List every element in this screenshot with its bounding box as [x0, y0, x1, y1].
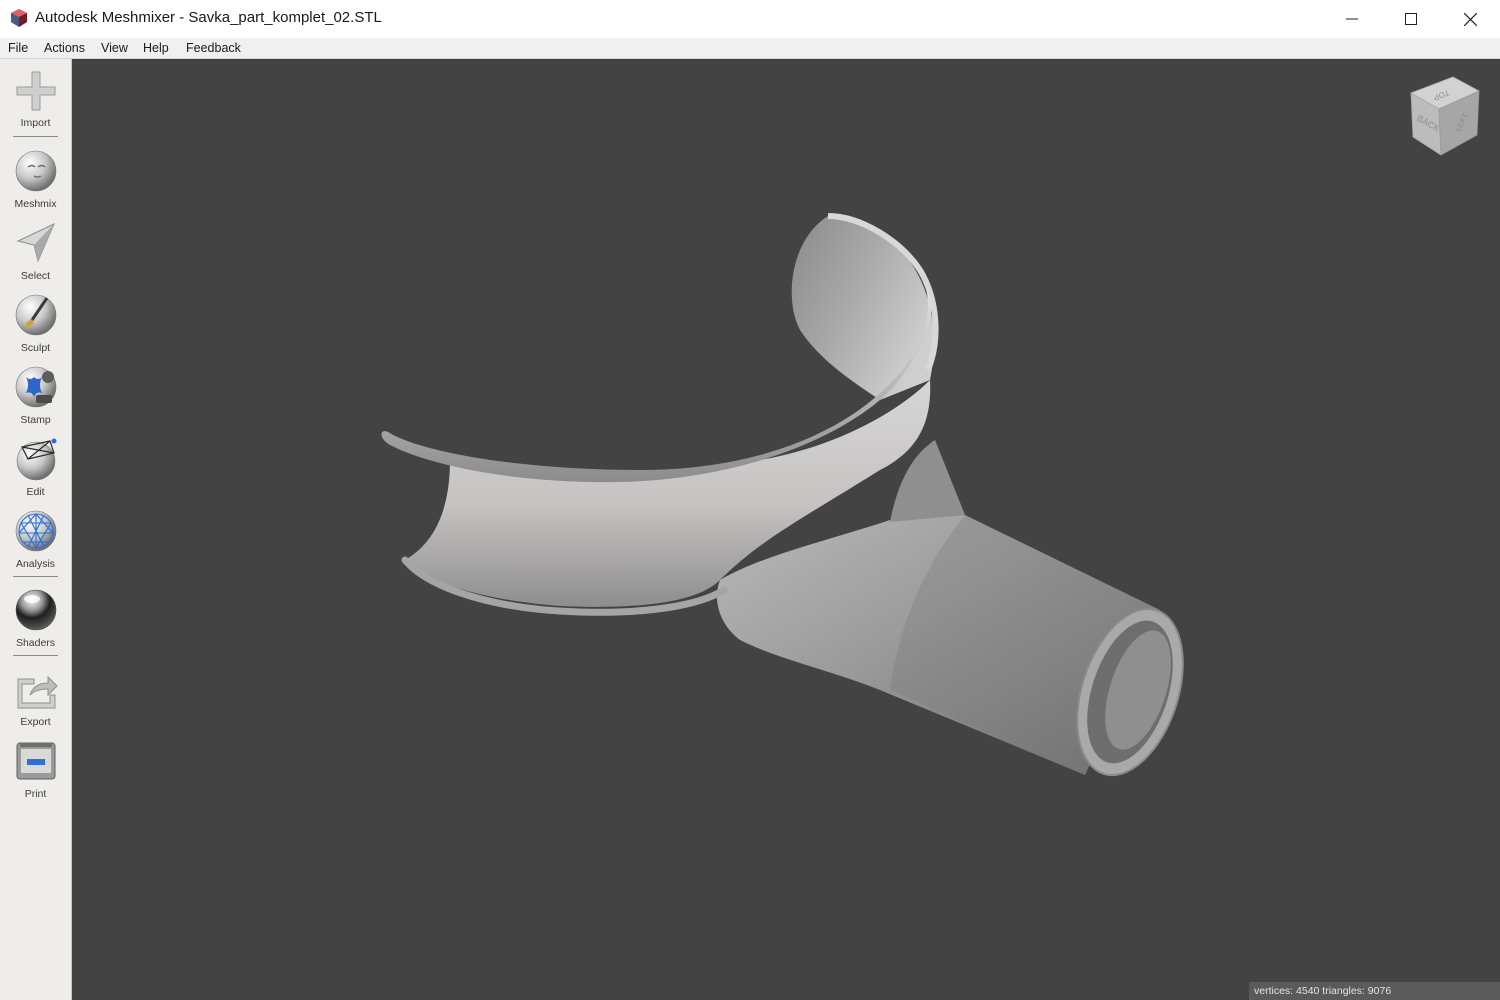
- analysis-tool[interactable]: Analysis: [0, 509, 71, 579]
- 3d-viewport[interactable]: TOP BACK LEFT vertices: 4540 triangles: …: [72, 59, 1500, 1000]
- mesh-horn: [791, 215, 934, 400]
- edit-label: Edit: [26, 486, 45, 498]
- sculpt-tool[interactable]: Sculpt: [0, 293, 71, 363]
- menu-actions[interactable]: Actions: [44, 41, 85, 55]
- toolbar-divider: [13, 655, 58, 656]
- menu-file[interactable]: File: [8, 41, 28, 55]
- maximize-icon: [1405, 13, 1417, 25]
- edit-icon: [16, 438, 57, 481]
- menu-view[interactable]: View: [101, 41, 128, 55]
- shaders-icon: [15, 589, 57, 631]
- stamp-label: Stamp: [20, 414, 51, 426]
- print-tool[interactable]: Print: [0, 739, 71, 809]
- select-tool[interactable]: Select: [0, 221, 71, 291]
- export-label: Export: [20, 716, 51, 728]
- meshmix-tool[interactable]: Meshmix: [0, 149, 71, 219]
- toolbar-divider: [13, 576, 58, 577]
- title-bar: Autodesk Meshmixer - Savka_part_komplet_…: [0, 0, 1500, 38]
- stamp-tool[interactable]: Stamp: [0, 365, 71, 435]
- window-title: Autodesk Meshmixer - Savka_part_komplet_…: [35, 9, 382, 26]
- shaders-label: Shaders: [15, 637, 56, 649]
- import-icon: [16, 71, 56, 111]
- close-icon: [1463, 12, 1477, 26]
- shaders-tool[interactable]: Shaders: [0, 588, 71, 658]
- minimize-icon: [1346, 18, 1358, 20]
- export-tool[interactable]: Export: [0, 667, 71, 737]
- import-tool[interactable]: Import: [0, 69, 71, 139]
- tool-sidebar: Import Meshmix Select Sculpt Stamp Edit …: [0, 59, 72, 1000]
- meshmix-icon: [15, 150, 57, 192]
- mesh-stats-status: vertices: 4540 triangles: 9076: [1249, 982, 1500, 1000]
- maximize-button[interactable]: [1382, 0, 1440, 38]
- print-icon: [16, 742, 56, 780]
- print-label: Print: [24, 788, 47, 800]
- select-label: Select: [20, 270, 51, 282]
- import-label: Import: [20, 117, 51, 129]
- sculpt-label: Sculpt: [20, 342, 51, 354]
- edit-tool[interactable]: Edit: [0, 437, 71, 507]
- sculpt-icon: [15, 294, 57, 336]
- mesh-model[interactable]: [72, 59, 1500, 1000]
- menu-feedback[interactable]: Feedback: [186, 41, 241, 55]
- export-icon: [17, 675, 58, 709]
- analysis-label: Analysis: [15, 558, 56, 570]
- menu-bar: File Actions View Help Feedback: [0, 38, 1500, 59]
- meshmix-label: Meshmix: [14, 198, 57, 210]
- app-logo-icon: [11, 9, 27, 27]
- analysis-icon: [15, 510, 57, 552]
- toolbar-divider: [13, 136, 58, 137]
- viewcube[interactable]: TOP BACK LEFT: [1405, 75, 1485, 159]
- select-icon: [16, 222, 55, 263]
- stamp-icon: [15, 366, 57, 408]
- minimize-button[interactable]: [1323, 0, 1381, 38]
- close-button[interactable]: [1441, 0, 1499, 38]
- menu-help[interactable]: Help: [143, 41, 169, 55]
